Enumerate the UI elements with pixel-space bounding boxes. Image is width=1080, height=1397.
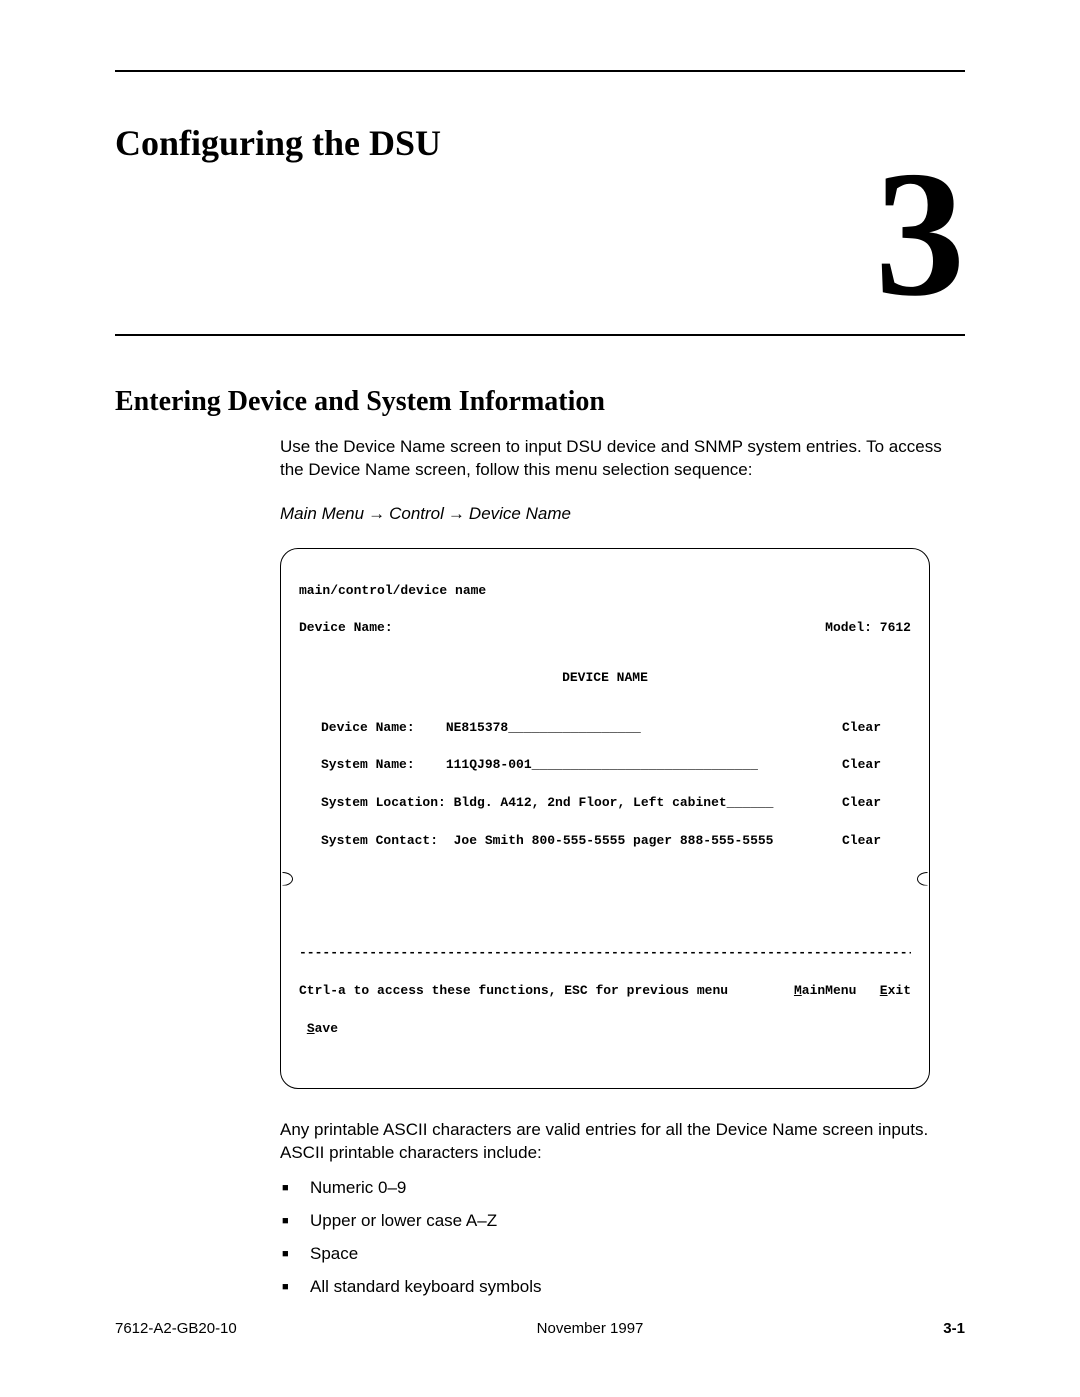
terminal-field-row: System Contact: Joe Smith 800-555-5555 p… <box>299 832 911 851</box>
clear-button[interactable]: Clear <box>842 756 911 775</box>
field-value[interactable]: Bldg. A412, 2nd Floor, Left cabinet_____… <box>446 794 774 813</box>
list-item: Numeric 0–9 <box>304 1179 965 1196</box>
terminal-field-row: Device Name: NE815378_________________ Cl… <box>299 719 911 738</box>
terminal-field-row: System Name: 111QJ98-001________________… <box>299 756 911 775</box>
rule-mid <box>115 334 965 336</box>
terminal-screen-label: Device Name: <box>299 619 393 638</box>
chapter-number: 3 <box>115 144 965 324</box>
field-value[interactable]: 111QJ98-001_____________________________ <box>446 756 758 775</box>
section-title: Entering Device and System Information <box>115 386 965 418</box>
footer-date: November 1997 <box>537 1320 644 1337</box>
exit-link[interactable]: Exit <box>880 983 911 998</box>
nav-a: Main Menu <box>280 504 364 523</box>
footer-docnum: 7612-A2-GB20-10 <box>115 1320 237 1337</box>
field-label: Device Name: <box>321 719 446 738</box>
field-value[interactable]: Joe Smith 800-555-5555 pager 888-555-555… <box>446 832 774 851</box>
field-value[interactable]: NE815378_________________ <box>446 719 641 738</box>
terminal-field-row: System Location: Bldg. A412, 2nd Floor, … <box>299 794 911 813</box>
nav-b: Control <box>389 504 444 523</box>
terminal-heading: DEVICE NAME <box>299 669 911 688</box>
mainmenu-link[interactable]: MainMenu <box>794 983 856 998</box>
clear-button[interactable]: Clear <box>842 832 911 851</box>
page-break-icon <box>281 870 929 886</box>
field-label: System Contact: <box>321 832 446 851</box>
clear-button[interactable]: Clear <box>842 794 911 813</box>
terminal-model-label: Model: <box>825 620 872 635</box>
list-item: All standard keyboard symbols <box>304 1278 965 1295</box>
save-link[interactable]: Save <box>307 1021 338 1036</box>
rule-top <box>115 70 965 72</box>
terminal-model-value: 7612 <box>880 620 911 635</box>
post-terminal-text: Any printable ASCII characters are valid… <box>280 1119 965 1165</box>
menu-path: Main Menu→Control→Device Name <box>280 504 965 524</box>
section-intro: Use the Device Name screen to input DSU … <box>280 436 965 482</box>
field-label: System Name: <box>321 756 446 775</box>
footer-page: 3-1 <box>943 1320 965 1337</box>
ascii-list: Numeric 0–9 Upper or lower case A–Z Spac… <box>280 1179 965 1295</box>
field-label: System Location: <box>321 794 446 813</box>
list-item: Space <box>304 1245 965 1262</box>
arrow-icon: → <box>444 504 469 523</box>
arrow-icon: → <box>364 504 389 523</box>
page-footer: 7612-A2-GB20-10 November 1997 3-1 <box>115 1320 965 1337</box>
nav-c: Device Name <box>469 504 571 523</box>
terminal-separator: ----------------------------------------… <box>299 944 911 963</box>
terminal-path: main/control/device name <box>299 582 911 601</box>
terminal-help: Ctrl-a to access these functions, ESC fo… <box>299 982 728 1001</box>
clear-button[interactable]: Clear <box>842 719 911 738</box>
terminal-screen: main/control/device name Device Name: Mod… <box>280 548 930 1089</box>
list-item: Upper or lower case A–Z <box>304 1212 965 1229</box>
